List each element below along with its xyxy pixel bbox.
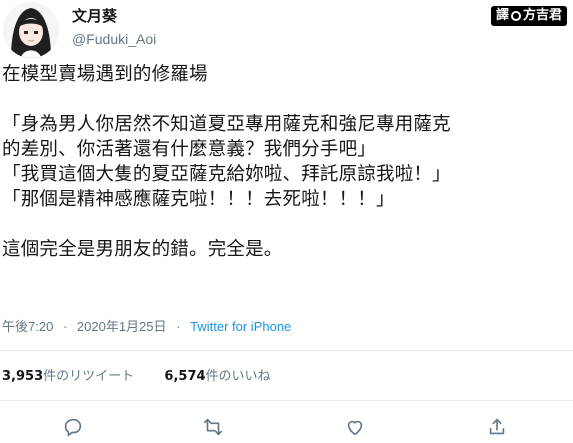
retweet-icon[interactable] (202, 416, 224, 438)
avatar[interactable] (3, 2, 59, 58)
tweet-text: 在模型賣場遇到的修羅場 「身為男人你居然不知道夏亞專用薩克和強尼專用薩克 的差別… (2, 64, 451, 260)
likes-count: 6,574 (164, 369, 206, 384)
tweet-meta: 午後7:20 · 2020年1月25日 · Twitter for iPhone (2, 318, 291, 335)
meta-separator: · (176, 319, 181, 334)
tweet-time[interactable]: 午後7:20 (2, 319, 53, 334)
retweets-stat[interactable]: 3,953件のリツイート (2, 369, 134, 384)
tweet-actions (0, 414, 573, 442)
dot-icon: ● (510, 11, 521, 21)
meta-separator: · (62, 319, 68, 334)
reply-icon[interactable] (62, 416, 84, 438)
likes-label: 件のいいね (205, 369, 271, 384)
retweets-count: 3,953 (2, 369, 44, 384)
divider (0, 400, 573, 401)
translator-badge: 譯 ● 方吉君 (490, 6, 567, 26)
tweet-source-link[interactable]: Twitter for iPhone (190, 319, 291, 334)
display-name[interactable]: 文月葵 (72, 7, 117, 25)
retweets-label: 件のリツイート (43, 369, 135, 384)
like-icon[interactable] (344, 416, 366, 438)
avatar-image (3, 2, 59, 58)
likes-stat[interactable]: 6,574件のいいね (164, 369, 270, 384)
translator-prefix: 譯 (495, 8, 509, 23)
tweet-date[interactable]: 2020年1月25日 (77, 319, 167, 334)
translator-name: 方吉君 (522, 8, 562, 23)
tweet-stats: 3,953件のリツイート 6,574件のいいね (2, 368, 271, 385)
share-icon[interactable] (486, 416, 508, 438)
user-handle[interactable]: @Fuduki_Aoi (72, 30, 156, 48)
divider (0, 350, 573, 351)
